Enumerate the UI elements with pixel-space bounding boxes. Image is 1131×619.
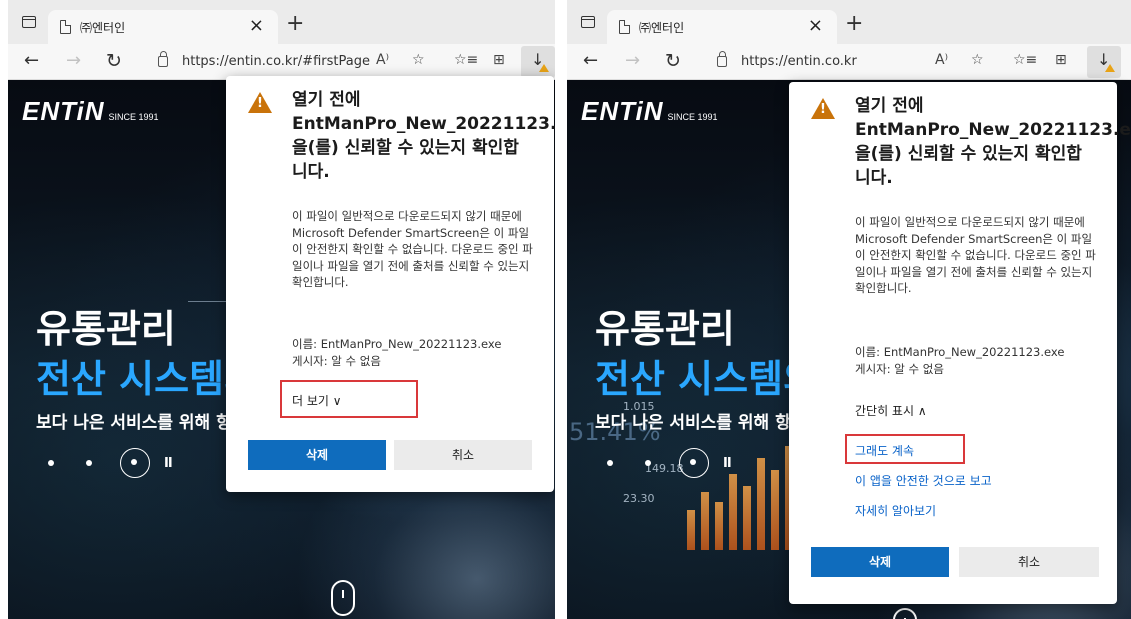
slider-dot[interactable] (645, 460, 651, 466)
lock-icon[interactable] (158, 51, 168, 67)
chevron-up-icon: ∧ (917, 404, 927, 418)
slider-dot-active[interactable] (120, 448, 150, 478)
tab-strip: ㈜엔터인 × + (567, 0, 1131, 44)
browser-tab[interactable]: ㈜엔터인 × (48, 10, 278, 44)
decor-bar (743, 486, 751, 550)
highlight-box (280, 380, 418, 418)
back-arrow-icon[interactable]: ← (24, 50, 39, 71)
browser-window-right: ㈜엔터인 × + ← → ↻ https://entin.co.kr A⁾ ☆ … (567, 0, 1131, 619)
hero-title-line2: 전산 시스템의 (595, 357, 818, 401)
highlight-box (845, 434, 965, 464)
cancel-button[interactable]: 취소 (394, 440, 532, 470)
decor-bar (715, 502, 723, 550)
dialog-description: 이 파일이 일반적으로 다운로드되지 않기 때문에 Microsoft Defe… (292, 209, 533, 289)
file-name: 이름: EntManPro_New_20221123.exe (292, 337, 502, 351)
address-bar: ← → ↻ https://entin.co.kr/#firstPage A⁾ … (8, 44, 555, 80)
forward-arrow-icon[interactable]: → (625, 50, 640, 71)
page-icon (619, 20, 630, 34)
warning-icon (248, 92, 272, 113)
download-warning-dialog: 열기 전에 EntManPro_New_20221123.exe을(를) 신뢰할… (226, 76, 555, 492)
file-publisher: 게시자: 알 수 없음 (855, 362, 944, 376)
site-logo[interactable]: ENTiN SINCE 1991 (22, 96, 159, 127)
slider-dot[interactable] (607, 460, 613, 466)
decor-stat: 23.30 (623, 492, 655, 505)
tab-actions-icon[interactable] (581, 16, 595, 28)
warning-mini-icon (1105, 64, 1115, 72)
hero-title-line1: 유통관리 (36, 307, 176, 351)
hero-subtitle: 보다 나은 서비스를 위해 항 (36, 413, 232, 433)
dialog-title: 열기 전에 EntManPro_New_20221123.exe을(를) 신뢰할… (855, 96, 1131, 188)
favorite-add-icon[interactable]: ☆ (971, 52, 984, 68)
show-less-link[interactable]: 간단히 표시 ∧ (855, 402, 927, 419)
logo-text: ENTiN (22, 96, 105, 126)
warning-mini-icon (539, 64, 549, 72)
pause-button[interactable]: II (164, 456, 173, 471)
learn-more-link[interactable]: 자세히 알아보기 (855, 502, 936, 519)
tab-actions-icon[interactable] (22, 16, 36, 28)
favorites-icon[interactable]: ☆≡ (1013, 52, 1037, 68)
logo-since: SINCE 1991 (667, 112, 718, 122)
page-icon (60, 20, 71, 34)
download-button[interactable]: ↓ (521, 46, 555, 78)
show-less-label: 간단히 표시 (855, 404, 915, 418)
tab-title: ㈜엔터인 (639, 21, 685, 35)
decor-bar (729, 474, 737, 550)
logo-text: ENTiN (581, 96, 664, 126)
delete-button[interactable]: 삭제 (248, 440, 386, 470)
download-button[interactable]: ↓ (1087, 46, 1121, 78)
decor-bar (687, 510, 695, 550)
new-tab-button[interactable]: + (845, 11, 863, 36)
read-aloud-icon[interactable]: A⁾ (935, 52, 948, 68)
back-arrow-icon[interactable]: ← (583, 50, 598, 71)
favorite-add-icon[interactable]: ☆ (412, 52, 425, 68)
file-publisher: 게시자: 알 수 없음 (292, 354, 381, 368)
logo-since: SINCE 1991 (108, 112, 159, 122)
browser-window-left: ㈜엔터인 × + ← → ↻ https://entin.co.kr/#firs… (8, 0, 555, 619)
slider-dot[interactable] (86, 460, 92, 466)
site-logo[interactable]: ENTiN SINCE 1991 (581, 96, 718, 127)
scroll-down-icon[interactable] (331, 580, 355, 616)
hero-subtitle: 보다 나은 서비스를 위해 항 (595, 413, 791, 433)
decor-bar (771, 470, 779, 550)
collections-icon[interactable]: ⊞ (493, 52, 505, 68)
favorites-icon[interactable]: ☆≡ (454, 52, 478, 68)
forward-arrow-icon[interactable]: → (66, 50, 81, 71)
url-field[interactable]: https://entin.co.kr/#firstPage (182, 54, 370, 69)
file-name: 이름: EntManPro_New_20221123.exe (855, 345, 1065, 359)
cancel-button[interactable]: 취소 (959, 547, 1099, 577)
reload-icon[interactable]: ↻ (665, 50, 681, 72)
url-field[interactable]: https://entin.co.kr (741, 54, 857, 69)
reload-icon[interactable]: ↻ (106, 50, 122, 72)
slider-dot[interactable] (48, 460, 54, 466)
dialog-description: 이 파일이 일반적으로 다운로드되지 않기 때문에 Microsoft Defe… (855, 215, 1096, 295)
read-aloud-icon[interactable]: A⁾ (376, 52, 389, 68)
tab-close-button[interactable]: × (808, 15, 823, 36)
dialog-title: 열기 전에 EntManPro_New_20221123.exe을(를) 신뢰할… (292, 90, 555, 182)
address-bar: ← → ↻ https://entin.co.kr A⁾ ☆ ☆≡ ⊞ ↓ (567, 44, 1131, 80)
hero-title-line1: 유통관리 (595, 307, 735, 351)
pause-button[interactable]: II (723, 456, 732, 471)
download-warning-dialog: 열기 전에 EntManPro_New_20221123.exe을(를) 신뢰할… (789, 82, 1131, 604)
decor-bar (701, 492, 709, 550)
browser-tab[interactable]: ㈜엔터인 × (607, 10, 837, 44)
delete-button[interactable]: 삭제 (811, 547, 949, 577)
tab-title: ㈜엔터인 (80, 21, 126, 35)
decor-bar (757, 458, 765, 550)
report-safe-link[interactable]: 이 앱을 안전한 것으로 보고 (855, 472, 992, 489)
collections-icon[interactable]: ⊞ (1055, 52, 1067, 68)
tab-strip: ㈜엔터인 × + (8, 0, 555, 44)
tab-close-button[interactable]: × (249, 15, 264, 36)
slider-dot-active[interactable] (679, 448, 709, 478)
warning-icon (811, 98, 835, 119)
new-tab-button[interactable]: + (286, 11, 304, 36)
lock-icon[interactable] (717, 51, 727, 67)
